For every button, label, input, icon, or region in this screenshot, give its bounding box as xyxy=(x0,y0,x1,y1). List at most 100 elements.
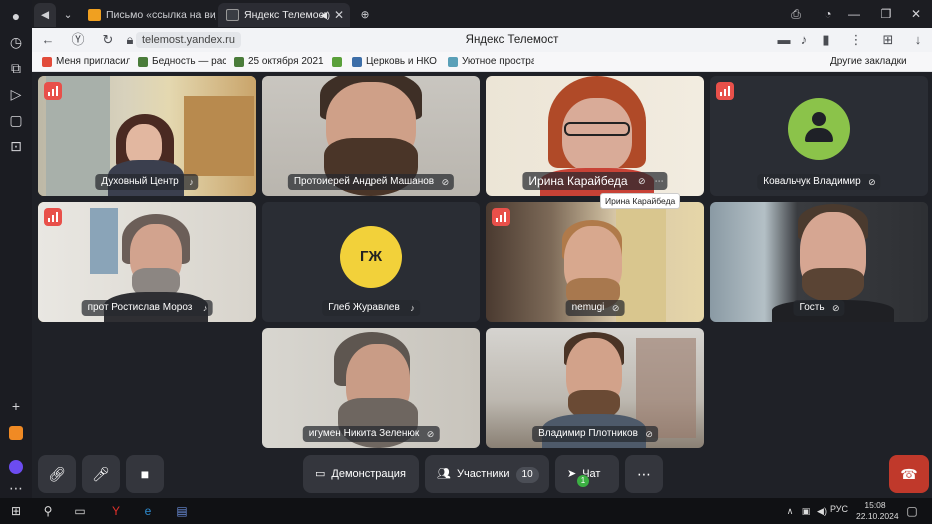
bookmark-favicon-icon xyxy=(138,57,148,67)
bookmark-favicon-icon xyxy=(332,57,342,67)
chat-icon: ➤ xyxy=(567,468,577,480)
new-tab-button[interactable]: ⊕ xyxy=(354,3,376,27)
participant-name-text: игумен Никита Зеленюк xyxy=(308,428,420,439)
screenshot-icon[interactable]: ⊡ xyxy=(6,136,26,156)
page-title: Яндекс Телемост xyxy=(465,34,559,46)
more-icon[interactable]: ⋯ xyxy=(6,478,26,498)
more-button[interactable]: ⋯ xyxy=(625,455,663,493)
search-icon[interactable]: ⚲ xyxy=(38,501,58,521)
tab-telemost[interactable]: Яндекс Телемост ◀) ✕ xyxy=(218,3,350,27)
conference-area: Духовный Центр ♪ Протоиерей Андрей Машано… xyxy=(32,72,932,498)
mic-muted-icon: ⊘ xyxy=(611,303,620,313)
participant-tile[interactable]: ГЖ Глеб Журавлев ♪ xyxy=(262,202,480,322)
camera-icon: ■ xyxy=(140,466,150,482)
tab-sound-icon[interactable]: ◀ xyxy=(34,3,56,27)
hang-up-icon: ☎ xyxy=(900,466,918,482)
close-window-button[interactable]: ✕ xyxy=(904,4,928,24)
screen-share-button[interactable]: ▭ Демонстрация xyxy=(303,455,419,493)
bookmark-label: Бедность — расп xyxy=(152,56,226,67)
tab-mail[interactable]: Письмо «ссылка на виде xyxy=(80,3,216,27)
participant-name: nemugi ⊘ xyxy=(565,300,625,316)
participant-tile[interactable]: nemugi ⊘ xyxy=(486,202,704,322)
bookmark-item[interactable]: Церковь и НКО сг xyxy=(352,55,440,69)
url-field[interactable]: telemost.yandex.ru xyxy=(136,32,241,48)
bookmark-icon[interactable]: ▮ xyxy=(816,30,836,50)
participant-name-text: nemugi xyxy=(571,302,605,313)
download-icon[interactable]: ↓ xyxy=(908,30,928,50)
participant-tile[interactable]: Гость ⊘ xyxy=(710,202,928,322)
camera-button[interactable]: ■ xyxy=(126,455,164,493)
volume-icon[interactable]: ◀) xyxy=(812,501,832,521)
bookmark-label: Меня пригласил xyxy=(56,56,130,67)
mic-icon: ♪ xyxy=(202,303,208,313)
tab-strip: ◀ ⌄ Письмо «ссылка на виде Яндекс Телемо… xyxy=(32,0,932,28)
alice-icon[interactable] xyxy=(6,456,26,476)
bookmark-item[interactable]: Бедность — расп xyxy=(138,55,226,69)
more-options-icon[interactable]: ⋯ xyxy=(655,172,664,190)
yandex-logo-icon[interactable]: Ⓨ xyxy=(68,30,88,50)
edge-icon[interactable]: e xyxy=(138,501,158,521)
participant-tile[interactable]: Духовный Центр ♪ xyxy=(38,76,256,196)
participant-tile[interactable]: прот Ростислав Мороз ♪ xyxy=(38,202,256,322)
close-tab-icon[interactable]: ✕ xyxy=(334,3,344,27)
participant-tile[interactable]: Ирина Карайбеда ⊘ ⋯ xyxy=(486,76,704,196)
participant-name: Протоиерей Андрей Машанов ⊘ xyxy=(287,174,455,190)
restore-button[interactable]: ❐ xyxy=(874,4,898,24)
more-options-icon: ⋯ xyxy=(637,466,651,482)
media-icon[interactable]: ▷ xyxy=(6,84,26,104)
windows-start-icon[interactable]: ⊞ xyxy=(6,501,26,521)
counter-icon[interactable]: ▢ xyxy=(6,110,26,130)
microphone-icon: 🎤︎ xyxy=(92,466,110,482)
chat-button[interactable]: ➤ Чат 1 xyxy=(555,455,619,493)
bookmark-item[interactable] xyxy=(332,55,346,69)
mic-status-icon[interactable]: ♪ xyxy=(794,30,814,50)
participant-name-text: Владимир Плотников xyxy=(538,428,638,439)
downloads-icon[interactable]: ⎙ xyxy=(784,4,808,24)
clock[interactable]: 15:08 22.10.2024 xyxy=(856,500,899,522)
mail-favicon-icon xyxy=(88,9,101,21)
back-button[interactable]: ← xyxy=(38,30,58,50)
menu-icon[interactable]: ⋮ xyxy=(846,30,866,50)
telemost-favicon-icon xyxy=(226,9,239,21)
mail-icon[interactable] xyxy=(6,422,26,442)
participant-tile[interactable]: Владимир Плотников ⊘ xyxy=(486,328,704,448)
task-view-icon[interactable]: ▭ xyxy=(70,501,90,521)
participant-name: Глеб Журавлев ♪ xyxy=(322,300,420,316)
mic-muted-icon: ⊘ xyxy=(441,177,450,187)
tab-audio-icon[interactable]: ◀) xyxy=(320,3,330,27)
extensions-icon[interactable]: ⊞ xyxy=(878,30,898,50)
tab-list-icon[interactable]: ⌄ xyxy=(58,3,78,27)
participants-button[interactable]: 👥︎ Участники 10 xyxy=(425,455,549,493)
bookmark-favicon-icon xyxy=(42,57,52,67)
participant-tile[interactable]: Ковальчук Владимир ⊘ xyxy=(710,76,928,196)
language-indicator[interactable]: РУС xyxy=(830,504,848,514)
reload-button[interactable]: ↻ xyxy=(98,30,118,50)
participant-tile[interactable]: Протоиерей Андрей Машанов ⊘ xyxy=(262,76,480,196)
profile-icon[interactable]: ● xyxy=(6,6,26,26)
camera-status-icon[interactable]: ▬ xyxy=(774,30,794,50)
end-call-button[interactable]: ☎ xyxy=(889,455,929,493)
history-icon[interactable]: ◷ xyxy=(6,32,26,52)
participant-name-text: Гость xyxy=(799,302,825,313)
microphone-button[interactable]: 🎤︎ xyxy=(82,455,120,493)
other-bookmarks[interactable]: Другие закладки xyxy=(830,55,928,69)
bookmark-item[interactable]: Меня пригласил xyxy=(42,55,130,69)
notifications-icon[interactable]: ◔ xyxy=(816,4,840,24)
screen: ● ◷ ⧉ ▷ ▢ ⊡ + ⋯ ◀ ⌄ Письмо «ссылка на ви… xyxy=(0,0,932,524)
copy-link-button[interactable]: 🔗︎ xyxy=(38,455,76,493)
taskbar: ⊞ ⚲ ▭ Y e ▤ ∧ ▣ ◀) РУС 15:08 22.10.2024 … xyxy=(0,498,932,524)
bookmarks-bar: Меня пригласил Бедность — расп 25 октябр… xyxy=(32,52,932,72)
notepad-icon[interactable]: ▤ xyxy=(172,501,192,521)
notification-center-icon[interactable]: ▢ xyxy=(902,501,922,521)
add-icon[interactable]: + xyxy=(6,396,26,416)
participant-tile[interactable]: игумен Никита Зеленюк ⊘ xyxy=(262,328,480,448)
yandex-browser-icon[interactable]: Y xyxy=(106,501,126,521)
video-tree xyxy=(636,338,696,438)
screen-share-label: Демонстрация xyxy=(331,468,406,480)
participant-name: Владимир Плотников ⊘ xyxy=(532,426,658,442)
minimize-button[interactable]: — xyxy=(842,4,866,24)
bookmark-item[interactable]: Уютное простран xyxy=(448,55,534,69)
participants-label: Участники xyxy=(456,468,510,480)
collections-icon[interactable]: ⧉ xyxy=(6,58,26,78)
bookmark-item[interactable]: 25 октября 2021 г xyxy=(234,55,326,69)
